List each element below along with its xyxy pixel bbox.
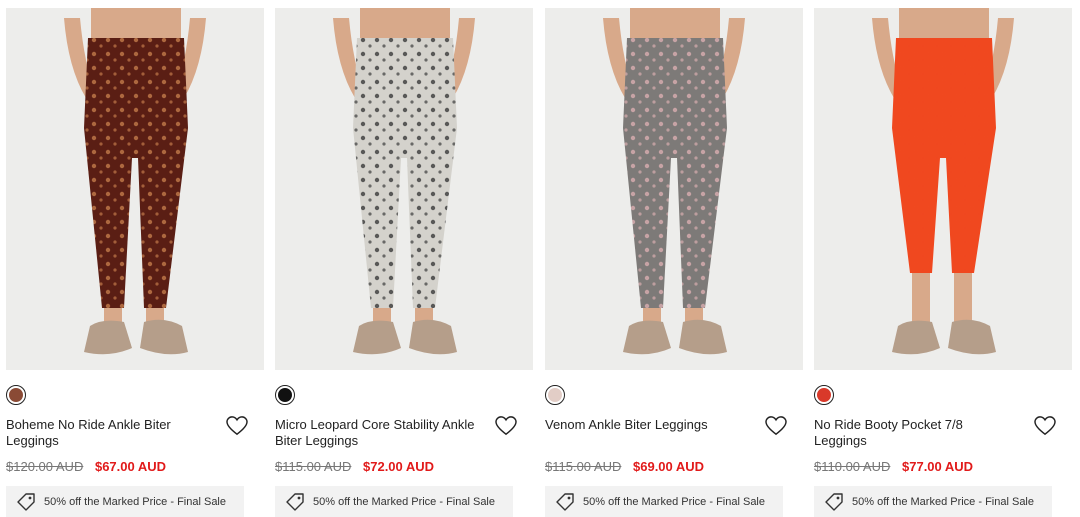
original-price: $120.00 AUD	[6, 459, 84, 474]
tag-shape	[17, 492, 35, 511]
promo-badge: 50% off the Marked Price - Final Sale	[814, 486, 1052, 517]
product-name[interactable]: No Ride Booty Pocket 7/8 Leggings	[814, 417, 1019, 449]
product-image[interactable]	[275, 8, 533, 370]
promo-badge: 50% off the Marked Price - Final Sale	[275, 486, 513, 517]
product-name[interactable]: Micro Leopard Core Stability Ankle Biter…	[275, 417, 480, 449]
product-name[interactable]: Venom Ankle Biter Leggings	[545, 417, 750, 433]
product-card[interactable]: No Ride Booty Pocket 7/8 Leggings $110.0…	[814, 0, 1072, 517]
leggings-illustration	[545, 8, 803, 370]
heart-shape	[226, 416, 248, 436]
sale-price: $67.00 AUD	[94, 459, 167, 474]
product-card[interactable]: Micro Leopard Core Stability Ankle Biter…	[275, 0, 533, 517]
promo-text: 50% off the Marked Price - Final Sale	[313, 495, 495, 508]
promo-text: 50% off the Marked Price - Final Sale	[44, 495, 226, 508]
price-row: $115.00 AUD $69.00 AUD	[545, 459, 704, 475]
swatch-fill	[278, 388, 292, 402]
original-price: $115.00 AUD	[275, 459, 352, 474]
promo-badge: 50% off the Marked Price - Final Sale	[545, 486, 783, 517]
promo-text: 50% off the Marked Price - Final Sale	[583, 495, 765, 508]
heart-shape	[1034, 416, 1056, 436]
product-image[interactable]	[545, 8, 803, 370]
product-image[interactable]	[814, 8, 1072, 370]
heart-shape	[495, 416, 517, 436]
original-price: $110.00 AUD	[814, 459, 891, 474]
product-card[interactable]: Venom Ankle Biter Leggings $115.00 AUD $…	[545, 0, 803, 517]
price-row: $110.00 AUD $77.00 AUD	[814, 459, 973, 475]
heart-icon[interactable]	[1034, 416, 1056, 436]
tag-icon	[285, 492, 313, 512]
tag-shape	[825, 492, 843, 511]
sale-price: $77.00 AUD	[902, 459, 974, 474]
product-grid: Boheme No Ride Ankle Biter Leggings $120…	[0, 0, 1080, 517]
color-swatch[interactable]	[275, 385, 295, 405]
sale-price: $72.00 AUD	[363, 459, 435, 474]
product-card[interactable]: Boheme No Ride Ankle Biter Leggings $120…	[6, 0, 264, 517]
heart-icon[interactable]	[765, 416, 787, 436]
price-row: $115.00 AUD $72.00 AUD	[275, 459, 434, 475]
swatch-fill	[9, 388, 23, 402]
heart-icon[interactable]	[226, 416, 248, 436]
leggings-illustration	[6, 8, 264, 370]
heart-shape	[765, 416, 787, 436]
color-swatch[interactable]	[814, 385, 834, 405]
leggings-illustration	[814, 8, 1072, 370]
promo-badge: 50% off the Marked Price - Final Sale	[6, 486, 244, 517]
color-swatch[interactable]	[6, 385, 26, 405]
original-price: $115.00 AUD	[545, 459, 622, 474]
tag-icon	[16, 492, 44, 512]
tag-shape	[556, 492, 574, 511]
swatch-fill	[548, 388, 562, 402]
product-name[interactable]: Boheme No Ride Ankle Biter Leggings	[6, 417, 211, 449]
tag-icon	[824, 492, 852, 512]
sale-price: $69.00 AUD	[633, 459, 705, 474]
color-swatch[interactable]	[545, 385, 565, 405]
tag-icon	[555, 492, 583, 512]
product-image[interactable]	[6, 8, 264, 370]
promo-text: 50% off the Marked Price - Final Sale	[852, 495, 1034, 508]
tag-shape	[286, 492, 304, 511]
price-row: $120.00 AUD $67.00 AUD	[6, 459, 166, 475]
heart-icon[interactable]	[495, 416, 517, 436]
leggings-illustration	[275, 8, 533, 370]
swatch-fill	[817, 388, 831, 402]
